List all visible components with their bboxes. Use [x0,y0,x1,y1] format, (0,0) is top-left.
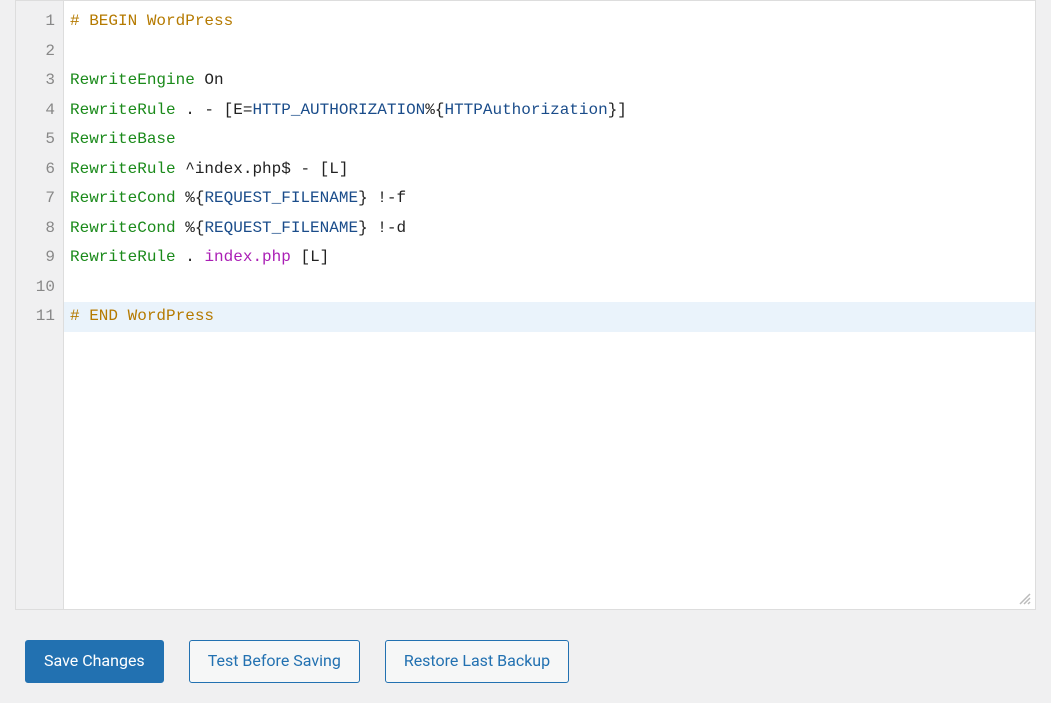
code-token: ^index.php$ - [L] [176,160,349,178]
save-changes-button[interactable]: Save Changes [25,640,164,683]
code-token: RewriteBase [70,130,176,148]
code-token: . [176,248,205,266]
line-number: 2 [16,37,63,67]
line-number: 6 [16,155,63,185]
code-line[interactable]: RewriteCond %{REQUEST_FILENAME} !-f [70,184,1035,214]
code-line[interactable]: # END WordPress [64,302,1035,332]
code-line[interactable]: RewriteRule ^index.php$ - [L] [70,155,1035,185]
line-number: 5 [16,125,63,155]
code-line[interactable]: RewriteRule . - [E=HTTP_AUTHORIZATION%{H… [70,96,1035,126]
code-token: } !-f [358,189,406,207]
code-token: } !-d [358,219,406,237]
code-token: # END WordPress [70,307,214,325]
code-line[interactable]: RewriteEngine On [70,66,1035,96]
resize-handle[interactable] [1018,592,1032,606]
code-line[interactable] [70,37,1035,67]
code-line[interactable]: # BEGIN WordPress [70,7,1035,37]
code-line[interactable] [70,273,1035,303]
code-area[interactable]: # BEGIN WordPressRewriteEngine OnRewrite… [64,1,1035,609]
line-number-gutter: 1234567891011 [16,1,64,609]
code-token: [L] [291,248,329,266]
code-editor[interactable]: 1234567891011 # BEGIN WordPress RewriteEn… [15,0,1036,610]
line-number: 10 [16,273,63,303]
code-token: RewriteRule [70,101,176,119]
code-token: RewriteRule [70,160,176,178]
code-token: HTTPAuthorization [444,101,607,119]
code-token: }] [608,101,627,119]
code-token: RewriteCond [70,189,176,207]
code-token: %{ [425,101,444,119]
code-token: REQUEST_FILENAME [204,219,358,237]
line-number: 7 [16,184,63,214]
code-token: # BEGIN WordPress [70,12,233,30]
line-number: 8 [16,214,63,244]
line-number: 11 [16,302,63,332]
code-line[interactable]: RewriteRule . index.php [L] [70,243,1035,273]
code-token: RewriteCond [70,219,176,237]
test-before-saving-button[interactable]: Test Before Saving [189,640,360,683]
code-token: index.php [204,248,290,266]
code-token: %{ [176,219,205,237]
code-line[interactable]: RewriteCond %{REQUEST_FILENAME} !-d [70,214,1035,244]
restore-last-backup-button[interactable]: Restore Last Backup [385,640,569,683]
code-token: . - [E= [176,101,253,119]
line-number: 9 [16,243,63,273]
button-row: Save Changes Test Before Saving Restore … [0,625,1051,703]
line-number: 4 [16,96,63,126]
code-token: %{ [176,189,205,207]
code-token: HTTP_AUTHORIZATION [252,101,425,119]
line-number: 3 [16,66,63,96]
code-token: On [195,71,224,89]
code-token: RewriteRule [70,248,176,266]
code-line[interactable]: RewriteBase [70,125,1035,155]
line-number: 1 [16,7,63,37]
code-token: RewriteEngine [70,71,195,89]
code-token: REQUEST_FILENAME [204,189,358,207]
